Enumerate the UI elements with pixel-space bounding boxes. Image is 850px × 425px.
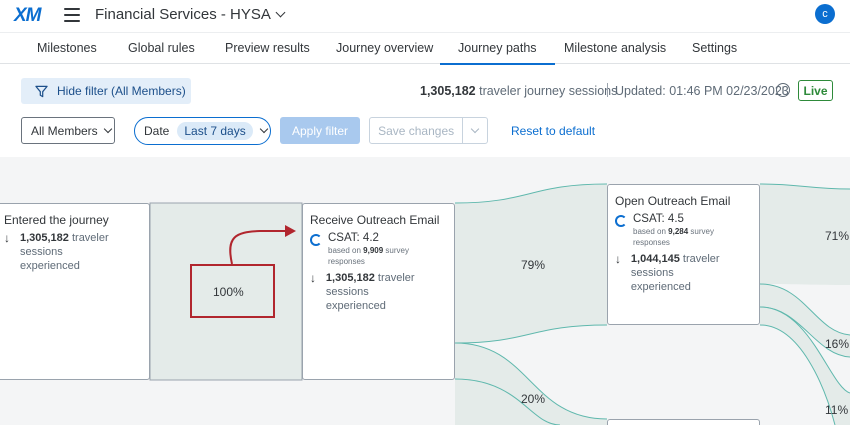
project-title: Financial Services - HYSA — [95, 6, 271, 23]
node-next-partial[interactable] — [607, 419, 760, 425]
chevron-down-icon — [103, 124, 112, 133]
arrow-down-icon: ↓ — [615, 252, 621, 266]
csat-basis: based on 9,909 survey responses — [328, 246, 409, 266]
sessions-count: 1,044,145 — [630, 253, 680, 265]
tab-preview-results[interactable]: Preview results — [225, 41, 310, 55]
info-icon[interactable]: i — [776, 83, 790, 97]
node-sessions: ↓ 1,305,182 traveler sessions experienced — [310, 271, 447, 313]
node-open-outreach-email[interactable]: Open Outreach Email CSAT: 4.5 based on 9… — [607, 184, 760, 325]
node-entered-journey[interactable]: Entered the journey ↓ 1,305,182 traveler… — [0, 203, 150, 380]
save-changes-label: Save changes — [378, 123, 455, 138]
journey-canvas[interactable]: Entered the journey ↓ 1,305,182 traveler… — [0, 157, 850, 425]
avatar[interactable]: c — [815, 4, 835, 24]
node-title: Receive Outreach Email — [310, 213, 440, 227]
chevron-down-icon — [259, 124, 268, 134]
pct-receive-to-open: 79% — [521, 258, 546, 272]
hide-filter-label: Hide filter (All Members) — [57, 84, 186, 98]
save-options-dropdown[interactable] — [462, 118, 487, 143]
menu-icon[interactable] — [64, 8, 80, 22]
hide-filter-button[interactable]: Hide filter (All Members) — [21, 78, 191, 104]
csat-score: CSAT: 4.5 — [633, 213, 684, 225]
reset-to-default-link[interactable]: Reset to default — [511, 124, 595, 138]
tab-settings[interactable]: Settings — [692, 41, 737, 55]
divider — [607, 83, 608, 97]
node-title: Entered the journey — [4, 213, 109, 227]
sessions-count: 1,305,182 — [19, 232, 69, 244]
date-label: Date — [144, 124, 170, 138]
node-sessions: ↓ 1,305,182 traveler sessions experienced — [4, 231, 142, 273]
arrow-down-icon: ↓ — [4, 231, 10, 245]
chevron-down-icon — [470, 124, 480, 133]
tab-journey-paths[interactable]: Journey paths — [440, 41, 554, 65]
pct-open-next-3: 11% — [825, 403, 849, 417]
save-changes-button[interactable]: Save changes — [369, 117, 488, 144]
updated-timestamp: Updated: 01:46 PM 02/23/2023 — [615, 84, 789, 98]
tab-bar: Milestones Global rules Preview results … — [0, 32, 850, 65]
sessions-suffix: experienced — [325, 300, 386, 312]
pct-receive-to-other: 20% — [521, 392, 546, 406]
sessions-suffix: experienced — [19, 260, 80, 272]
tab-global-rules[interactable]: Global rules — [128, 41, 195, 55]
date-filter[interactable]: Date Last 7 days — [134, 117, 271, 145]
pct-open-next-2: 16% — [825, 337, 850, 351]
sessions-count: 1,305,182 — [420, 84, 476, 98]
sessions-suffix: traveler journey sessions — [479, 84, 618, 98]
tab-journey-overview[interactable]: Journey overview — [336, 41, 433, 55]
node-csat: CSAT: 4.5 based on 9,284 survey responses — [615, 212, 752, 248]
live-badge: Live — [798, 80, 833, 101]
annotation-highlight-box — [190, 264, 275, 318]
arrow-down-icon: ↓ — [310, 271, 316, 285]
sessions-summary: 1,305,182 traveler journey sessions — [420, 84, 617, 98]
node-sessions: ↓ 1,044,145 traveler sessions experienced — [615, 252, 752, 294]
apply-filter-button[interactable]: Apply filter — [280, 117, 360, 144]
pct-open-next-1: 71% — [825, 229, 850, 243]
node-title: Open Outreach Email — [615, 194, 731, 208]
tab-milestones[interactable]: Milestones — [37, 41, 97, 55]
node-csat: CSAT: 4.2 based on 9,909 survey responses — [310, 231, 447, 267]
tab-milestone-analysis[interactable]: Milestone analysis — [564, 41, 666, 55]
flow-receive-other — [455, 343, 607, 425]
members-select[interactable]: All Members — [21, 117, 115, 144]
chevron-down-icon — [275, 7, 286, 18]
csat-basis: based on 9,284 survey responses — [633, 227, 714, 247]
sessions-count: 1,305,182 — [325, 272, 375, 284]
node-receive-outreach-email[interactable]: Receive Outreach Email CSAT: 4.2 based o… — [302, 203, 455, 380]
date-value: Last 7 days — [177, 122, 253, 140]
csat-score: CSAT: 4.2 — [328, 232, 379, 244]
funnel-icon — [35, 85, 48, 97]
top-bar: XM Financial Services - HYSA c — [0, 0, 850, 32]
csat-gauge-icon — [310, 234, 322, 246]
csat-gauge-icon — [615, 215, 627, 227]
sessions-suffix: experienced — [630, 281, 691, 293]
members-select-value: All Members — [31, 123, 98, 138]
project-selector[interactable]: Financial Services - HYSA — [95, 6, 286, 23]
xm-logo[interactable]: XM — [14, 5, 41, 27]
